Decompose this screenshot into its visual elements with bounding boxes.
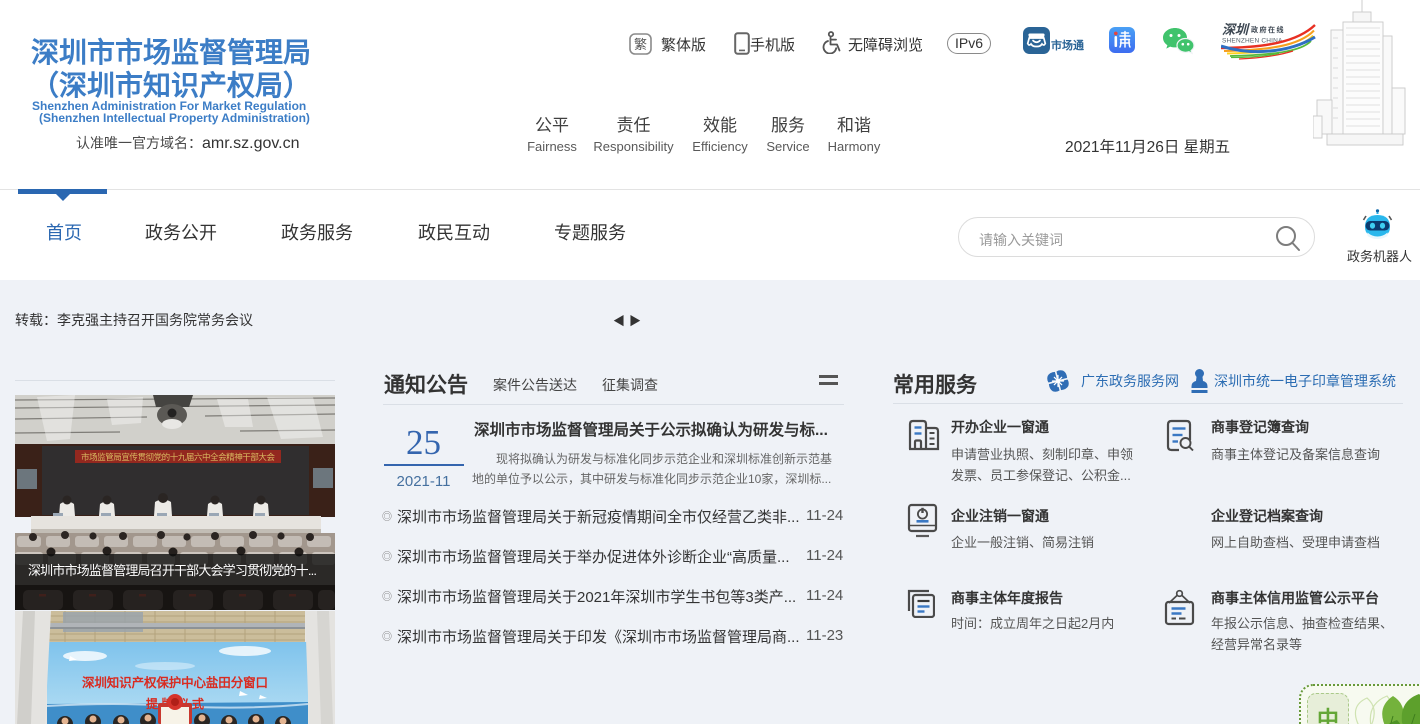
svg-text:深圳: 深圳 bbox=[1222, 22, 1250, 37]
svg-text:繁: 繁 bbox=[634, 37, 647, 52]
svg-text:深圳市市场监督管理局召开干部大会学习贯彻党的十...: 深圳市市场监督管理局召开干部大会学习贯彻党的十... bbox=[28, 563, 317, 578]
svg-text:市场监管局宣传贯彻党的十九届六中全会精神干部大会: 市场监管局宣传贯彻党的十九届六中全会精神干部大会 bbox=[81, 452, 275, 462]
svg-text:深圳知识产权保护中心盐田分窗口: 深圳知识产权保护中心盐田分窗口 bbox=[82, 675, 268, 690]
svg-text:政府在线: 政府在线 bbox=[1251, 25, 1285, 34]
